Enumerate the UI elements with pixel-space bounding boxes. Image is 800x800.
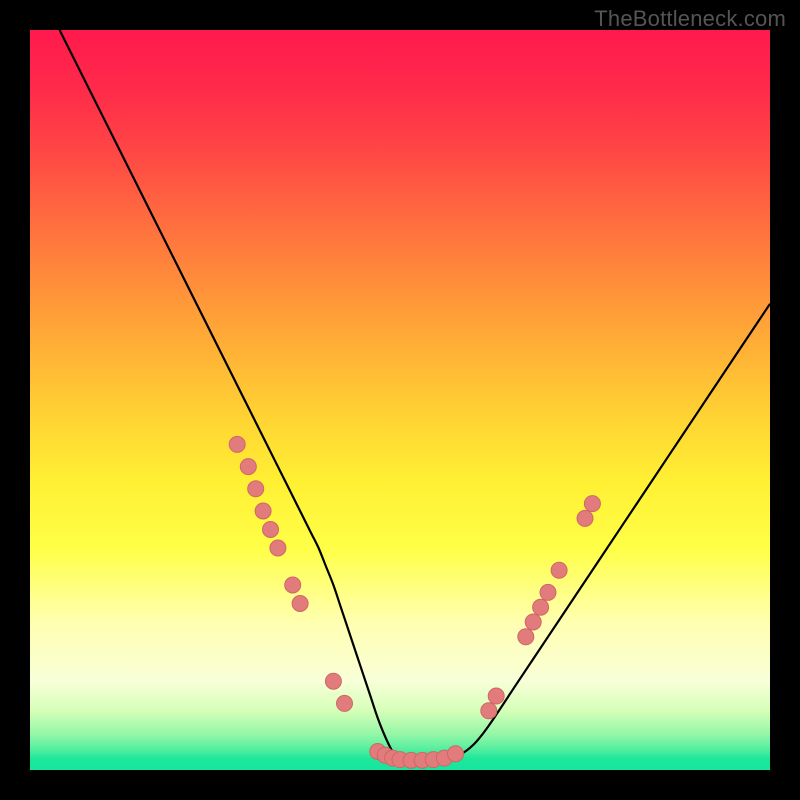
- bottleneck-curve: [60, 30, 770, 761]
- data-marker: [292, 596, 308, 612]
- data-marker: [448, 746, 464, 762]
- data-marker: [577, 510, 593, 526]
- data-marker: [584, 496, 600, 512]
- data-marker: [270, 540, 286, 556]
- data-marker: [540, 584, 556, 600]
- data-marker: [551, 562, 567, 578]
- data-marker: [285, 577, 301, 593]
- data-marker: [518, 629, 534, 645]
- data-marker: [248, 481, 264, 497]
- data-marker: [481, 703, 497, 719]
- data-marker: [337, 695, 353, 711]
- chart-overlay: [30, 30, 770, 770]
- data-markers: [229, 436, 600, 768]
- data-marker: [229, 436, 245, 452]
- data-marker: [525, 614, 541, 630]
- chart-frame: TheBottleneck.com: [0, 0, 800, 800]
- data-marker: [255, 503, 271, 519]
- data-marker: [325, 673, 341, 689]
- watermark-text: TheBottleneck.com: [594, 6, 786, 32]
- data-marker: [240, 459, 256, 475]
- data-marker: [488, 688, 504, 704]
- data-marker: [263, 522, 279, 538]
- data-marker: [533, 599, 549, 615]
- plot-area: [30, 30, 770, 770]
